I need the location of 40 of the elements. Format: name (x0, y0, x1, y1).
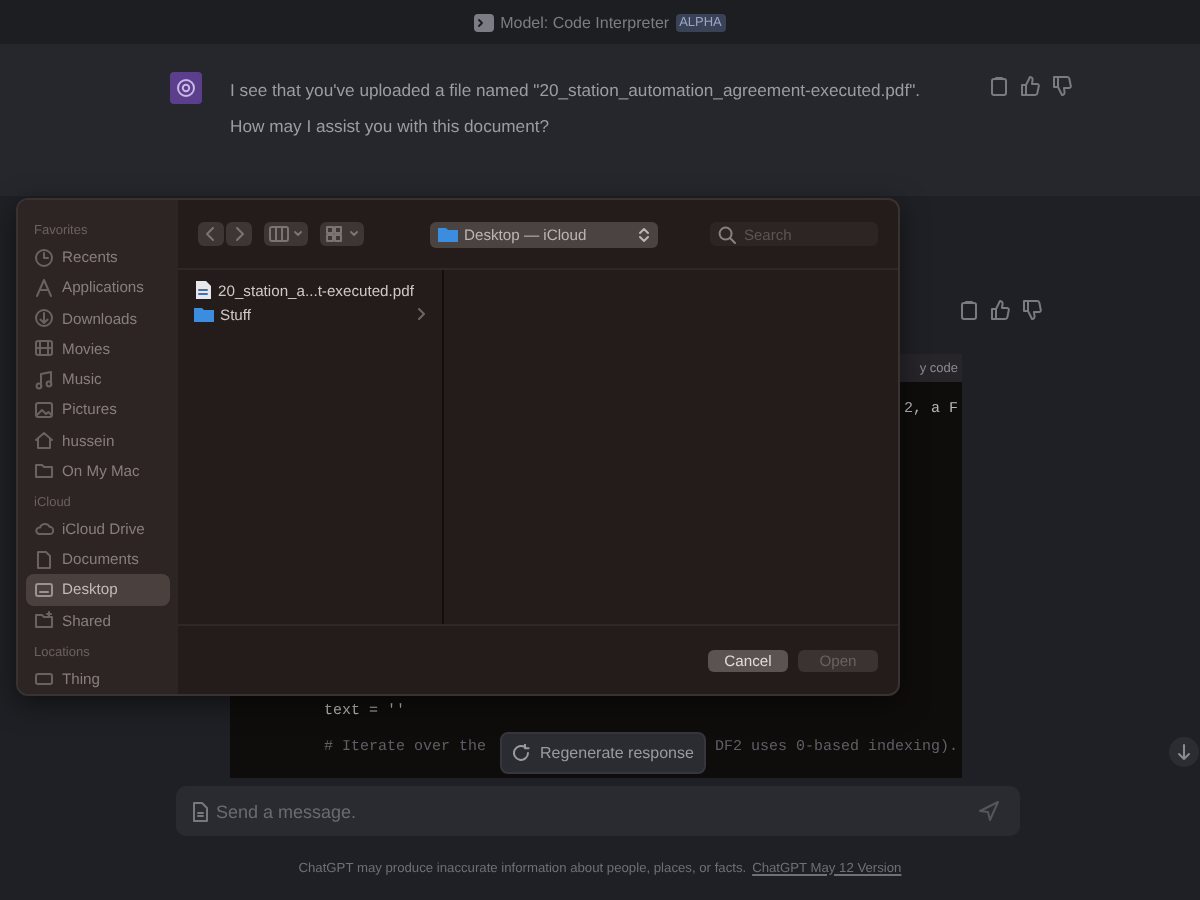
message-field[interactable]: Send a message. (176, 786, 1020, 836)
search-icon (718, 225, 736, 243)
logo-icon (170, 72, 202, 104)
thumbs-up-icon[interactable] (990, 300, 1010, 320)
apps-icon (34, 277, 54, 298)
clock-icon (34, 247, 54, 268)
send-icon[interactable] (978, 800, 1000, 822)
message-text: I see that you've uploaded a file named "20_station_automation_agreement-executed.pdf". How may I assist you with this document? (230, 78, 923, 140)
thumbs-down-icon[interactable] (1052, 76, 1072, 96)
grid-icon[interactable] (320, 222, 364, 246)
updown-icon (638, 225, 650, 243)
attachment-icon[interactable] (192, 801, 208, 821)
music-icon (34, 369, 54, 390)
house-icon (34, 430, 54, 451)
folder-icon (194, 306, 214, 322)
folder-icon (438, 226, 458, 242)
chevron-icon (418, 308, 426, 320)
terminal-icon (474, 13, 495, 31)
thumbs-up-icon[interactable] (1020, 76, 1040, 96)
cloud-icon (34, 518, 54, 539)
shared-folder-icon (34, 610, 54, 631)
film-icon (34, 338, 54, 359)
clipboard-icon[interactable] (990, 76, 1008, 96)
desktop-icon (34, 579, 54, 600)
forward-icon[interactable] (226, 222, 252, 246)
document-icon (34, 549, 54, 570)
columns-view-icon[interactable] (264, 222, 308, 246)
message-input[interactable]: Send a message. (216, 801, 970, 821)
download-icon (34, 308, 54, 329)
folder-icon (34, 460, 54, 481)
picture-icon (34, 399, 54, 420)
document-icon (194, 280, 212, 300)
drive-icon (34, 668, 54, 689)
model-label: Model: Code Interpreter (500, 13, 670, 31)
clipboard-icon[interactable] (960, 300, 978, 320)
refresh-icon (512, 744, 530, 762)
regenerate-button[interactable]: Regenerate response (500, 732, 706, 774)
thumbs-down-icon[interactable] (1022, 300, 1042, 320)
back-icon[interactable] (198, 222, 224, 246)
arrow-down-icon[interactable] (1168, 736, 1200, 768)
